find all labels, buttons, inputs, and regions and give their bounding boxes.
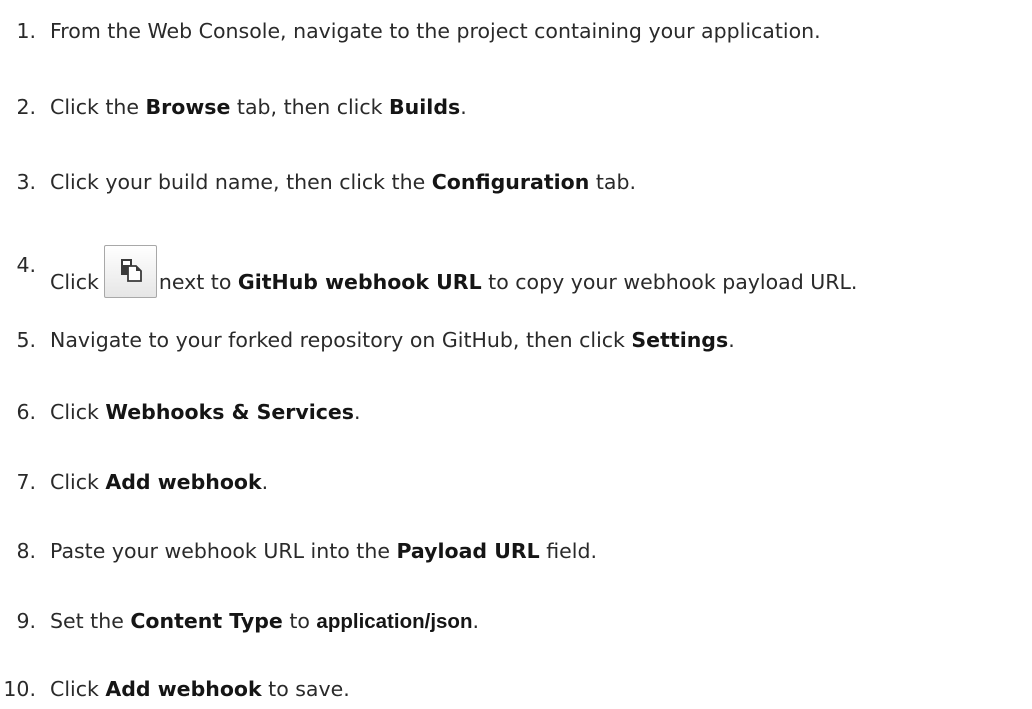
step-text-segment: tab. (589, 170, 636, 194)
step-text-segment: Click (50, 400, 106, 424)
list-item-5: 5. Navigate to your forked repository on… (0, 320, 1032, 360)
step-text-segment: . (728, 328, 735, 352)
step-text-segment: . (354, 400, 361, 424)
list-item-9: 9. Set the Content Type to application/j… (0, 601, 1032, 641)
step-number: 10. (3, 677, 36, 701)
step-text-segment: Click (50, 677, 106, 701)
step-number: 3. (16, 170, 36, 194)
step-text: From the Web Console, navigate to the pr… (50, 11, 821, 51)
step-text-segment: Click (50, 270, 99, 294)
step-text: Click Webhooks & Services. (50, 392, 361, 432)
ui-term-settings: Settings (631, 328, 729, 352)
step-text-segment: From the Web Console, navigate to the pr… (50, 19, 821, 43)
instruction-list: 1. From the Web Console, navigate to the… (0, 0, 1032, 701)
step-text: Click next to GitHub webhook URL to copy … (50, 245, 857, 302)
step-number: 7. (16, 470, 36, 494)
list-item-6: 6. Click Webhooks & Services. (0, 392, 1032, 432)
step-text-segment: tab, then click (230, 95, 390, 119)
list-item-8: 8. Paste your webhook URL into the Paylo… (0, 531, 1032, 571)
step-text: Set the Content Type to application/json… (50, 601, 479, 642)
step-text-segment: next to (158, 270, 238, 294)
step-number: 6. (16, 400, 36, 424)
step-text-segment: Click (50, 470, 106, 494)
step-text: Navigate to your forked repository on Gi… (50, 320, 735, 360)
step-text-segment: to (282, 609, 317, 633)
ui-term-add-webhook: Add webhook (105, 677, 262, 701)
step-text-segment: . (460, 95, 467, 119)
step-number: 8. (16, 539, 36, 563)
step-text: Click your build name, then click the Co… (50, 162, 636, 202)
step-text-segment: Set the (50, 609, 131, 633)
ui-term-payload-url: Payload URL (396, 539, 540, 563)
step-text-segment: field. (539, 539, 598, 563)
step-text-segment: Navigate to your forked repository on Gi… (50, 328, 632, 352)
list-item-10: 10. Click Add webhook to save. (0, 669, 1032, 709)
step-text-segment: Click your build name, then click the (50, 170, 432, 194)
ui-term-webhooks-services: Webhooks & Services (105, 400, 355, 424)
ui-term-builds: Builds (389, 95, 461, 119)
step-text-segment: . (261, 470, 269, 494)
step-number: 4. (16, 253, 36, 277)
step-text-segment: to save. (261, 677, 350, 701)
copy-to-clipboard-icon (120, 259, 142, 282)
list-item-1: 1. From the Web Console, navigate to the… (0, 11, 1032, 51)
step-text: Click Add webhook to save. (50, 669, 350, 709)
step-text-segment: Paste your webhook URL into the (50, 539, 397, 563)
ui-term-github-webhook-url: GitHub webhook URL (237, 270, 482, 294)
step-text: Paste your webhook URL into the Payload … (50, 531, 597, 571)
step-text-segment: . (472, 609, 479, 633)
copy-to-clipboard-button[interactable] (103, 245, 157, 298)
step-number: 2. (16, 95, 36, 119)
list-item-7: 7. Click Add webhook. (0, 462, 1032, 502)
step-text-segment: Click the (50, 95, 146, 119)
ui-term-browse: Browse (145, 95, 231, 119)
list-item-2: 2. Click the Browse tab, then click Buil… (0, 87, 1032, 127)
step-number: 1. (16, 19, 36, 43)
list-item-3: 3. Click your build name, then click the… (0, 162, 1032, 202)
step-number: 5. (16, 328, 36, 352)
ui-term-content-type: Content Type (130, 609, 283, 633)
step-text-segment: to copy your webhook payload URL. (481, 270, 858, 294)
step-text: Click the Browse tab, then click Builds. (50, 87, 467, 127)
step-text: Click Add webhook. (50, 462, 268, 502)
ui-term-application-json: application/json (316, 610, 473, 633)
list-item-4: 4. Click next to GitHub webhook URL to co… (0, 245, 1032, 298)
ui-term-configuration: Configuration (431, 170, 590, 194)
step-number: 9. (16, 609, 36, 633)
ui-term-add-webhook: Add webhook (105, 470, 262, 494)
